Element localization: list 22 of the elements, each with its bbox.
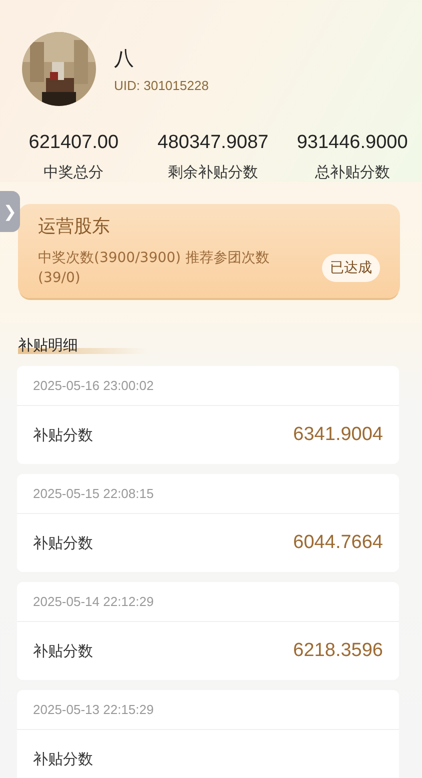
status-badge: 已达成 [322,254,380,282]
stat-label: 总补贴分数 [314,163,390,182]
record-time: 2025-05-13 22:15:29 [17,690,399,730]
stat-label: 剩余补贴分数 [168,163,258,182]
record-value: 6218.3596 [293,640,383,662]
record-time: 2025-05-15 22:08:15 [17,474,399,514]
record-time: 2025-05-14 22:12:29 [17,582,399,622]
record-value: 6341.9004 [293,424,383,446]
user-name: 八 [114,45,135,72]
record-label: 补贴分数 [33,426,93,444]
record-label: 补贴分数 [33,750,93,768]
record-label: 补贴分数 [33,642,93,660]
stat-value: 931446.9000 [296,132,408,154]
stat-value: 621407.00 [28,132,119,154]
side-tab[interactable]: ❯ [0,191,20,232]
user-id: UID: 301015228 [114,78,209,93]
record-label: 补贴分数 [33,534,93,552]
record-time: 2025-05-16 23:00:02 [17,366,399,406]
stat-value: 480347.9087 [158,132,268,154]
level-title: 运营股东 [38,215,111,238]
stat-label: 中奖总分 [44,163,104,182]
record-value: 6044.7664 [293,532,383,554]
